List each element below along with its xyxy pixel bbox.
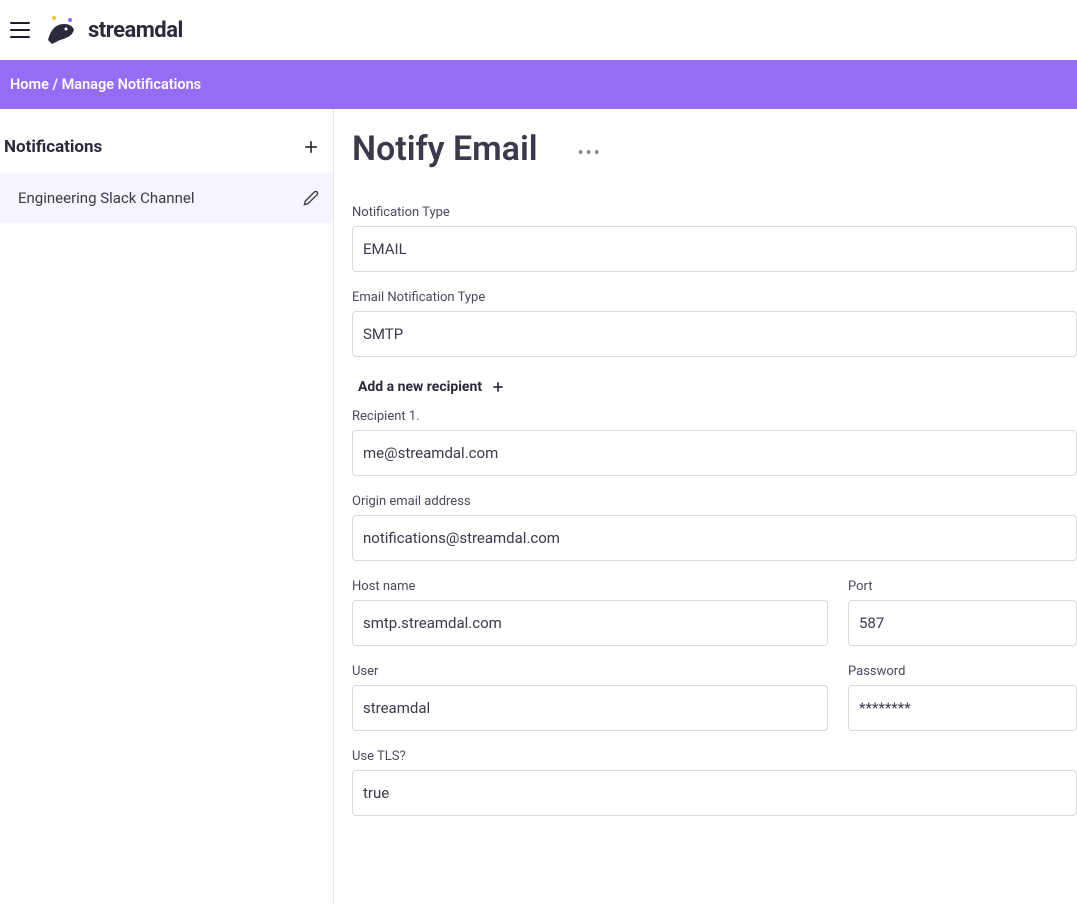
origin-email-label: Origin email address <box>352 494 1077 509</box>
password-input[interactable] <box>848 685 1077 731</box>
recipient-1-label: Recipient 1. <box>352 409 1077 424</box>
user-group: User <box>344 664 828 731</box>
sidebar-title: Notifications <box>4 137 102 157</box>
add-recipient-icon[interactable] <box>490 379 506 395</box>
password-label: Password <box>848 664 1077 679</box>
notification-type-label: Notification Type <box>352 205 1077 220</box>
sidebar: Notifications Engineering Slack Channel <box>0 109 334 904</box>
main-content: Notify Email ••• Notification Type Email… <box>334 109 1077 904</box>
origin-email-group: Origin email address <box>344 494 1077 561</box>
app-header: streamdal <box>0 0 1077 60</box>
add-recipient-row: Add a new recipient <box>344 375 1077 409</box>
host-name-group: Host name <box>344 579 828 646</box>
brand-logo[interactable]: streamdal <box>44 12 183 48</box>
email-notification-type-group: Email Notification Type <box>344 290 1077 357</box>
edit-icon[interactable] <box>303 190 319 206</box>
use-tls-group: Use TLS? <box>344 749 1077 816</box>
add-notification-icon[interactable] <box>301 137 321 157</box>
breadcrumb-home-link[interactable]: Home <box>10 76 49 93</box>
breadcrumb-current: Manage Notifications <box>62 76 202 93</box>
user-input[interactable] <box>352 685 828 731</box>
sidebar-item-engineering-slack[interactable]: Engineering Slack Channel <box>0 173 333 223</box>
more-options-icon[interactable]: ••• <box>578 143 602 164</box>
streamdal-bird-icon <box>44 12 80 48</box>
sidebar-header: Notifications <box>0 129 333 173</box>
brand-name: streamdal <box>88 18 183 43</box>
use-tls-label: Use TLS? <box>352 749 1077 764</box>
menu-toggle-button[interactable] <box>8 18 32 42</box>
password-group: Password <box>848 664 1077 731</box>
email-notification-type-label: Email Notification Type <box>352 290 1077 305</box>
email-notification-type-input[interactable] <box>352 311 1077 357</box>
page-title: Notify Email <box>352 129 538 169</box>
add-recipient-label: Add a new recipient <box>358 379 482 395</box>
breadcrumb-separator: / <box>49 76 62 93</box>
notification-type-group: Notification Type <box>344 205 1077 272</box>
host-name-label: Host name <box>352 579 828 594</box>
user-label: User <box>352 664 828 679</box>
host-port-row: Host name Port <box>344 579 1077 664</box>
port-group: Port <box>848 579 1077 646</box>
notification-type-input[interactable] <box>352 226 1077 272</box>
origin-email-input[interactable] <box>352 515 1077 561</box>
recipient-1-group: Recipient 1. <box>344 409 1077 476</box>
content-area: Notifications Engineering Slack Channel … <box>0 109 1077 904</box>
use-tls-input[interactable] <box>352 770 1077 816</box>
port-label: Port <box>848 579 1077 594</box>
port-input[interactable] <box>848 600 1077 646</box>
sidebar-item-label: Engineering Slack Channel <box>18 189 194 207</box>
user-password-row: User Password <box>344 664 1077 749</box>
page-title-row: Notify Email ••• <box>344 129 1077 169</box>
host-name-input[interactable] <box>352 600 828 646</box>
recipient-1-input[interactable] <box>352 430 1077 476</box>
breadcrumb: Home / Manage Notifications <box>0 60 1077 109</box>
